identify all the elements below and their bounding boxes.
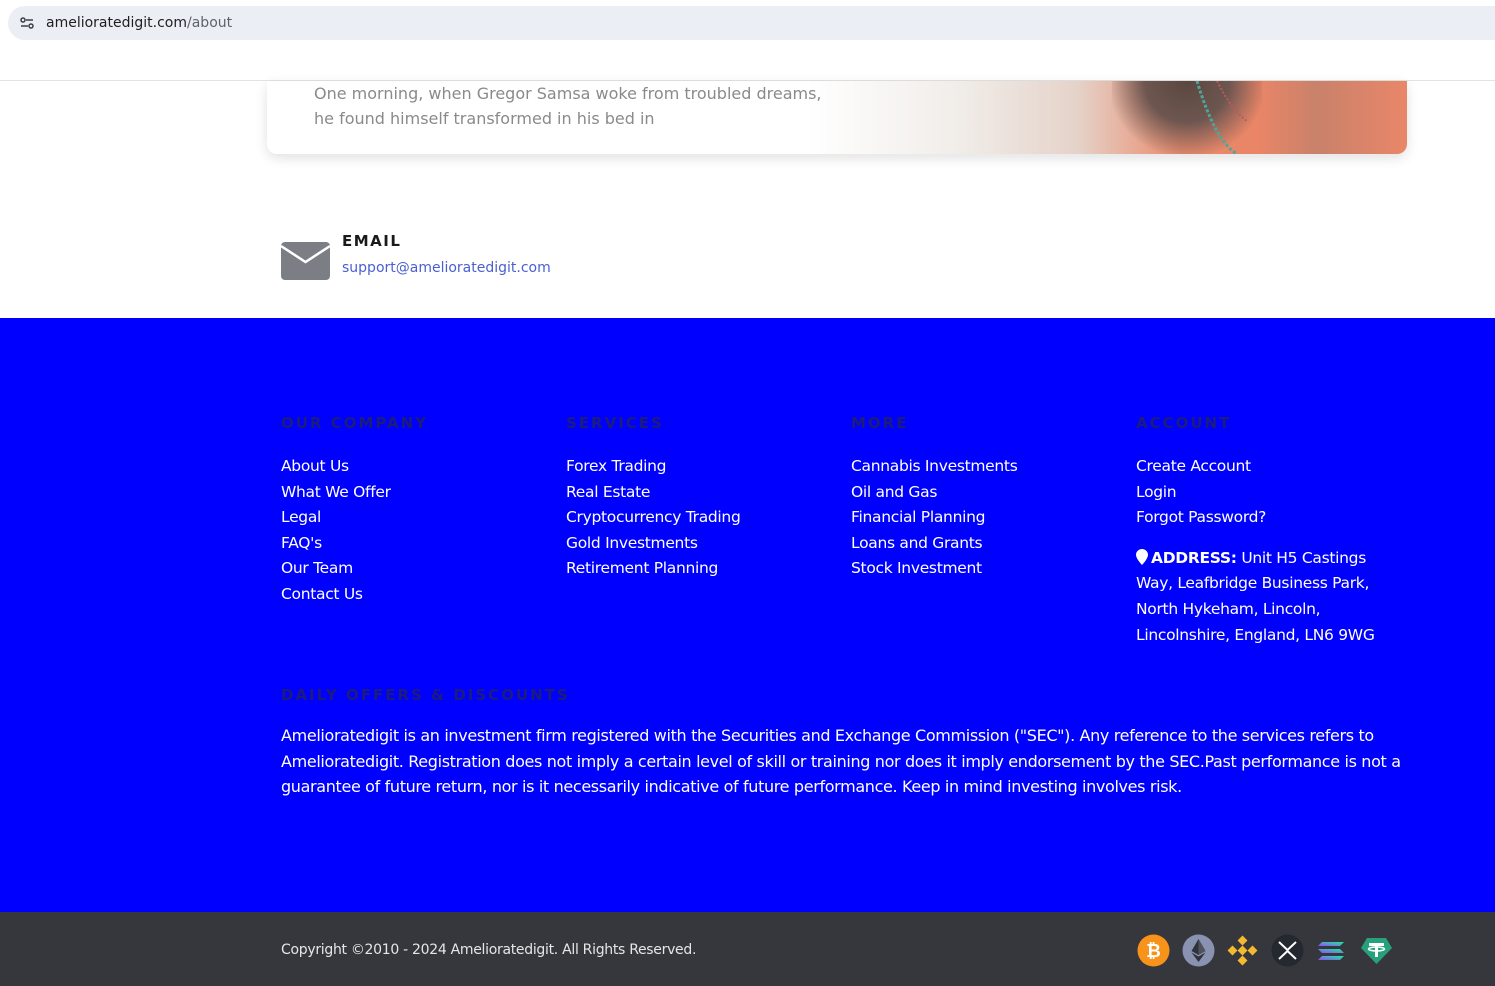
binance-icon — [1226, 934, 1259, 967]
footer-column-services: SERVICES Forex Trading Real Estate Crypt… — [566, 414, 741, 581]
address-bar[interactable]: amelioratedigit.com/about — [8, 6, 1495, 40]
crypto-icons: ₿ — [1137, 934, 1404, 967]
footer-column-more: MORE Cannabis Investments Oil and Gas Fi… — [851, 414, 1018, 581]
copyright-text: Copyright ©2010 - 2024 Amelioratedigit. … — [281, 942, 697, 958]
email-label: EMAIL — [342, 232, 402, 250]
hero-text: One morning, when Gregor Samsa woke from… — [314, 84, 822, 128]
footer-link-stock-investment[interactable]: Stock Investment — [851, 559, 982, 577]
url-path: /about — [187, 15, 233, 31]
daily-offers-heading: DAILY OFFERS & DISCOUNTS — [281, 686, 570, 704]
browser-toolbar: amelioratedigit.com/about — [0, 0, 1495, 81]
tether-icon — [1360, 934, 1393, 967]
hero-photo-necklace — [1195, 81, 1248, 154]
solana-icon — [1315, 934, 1348, 967]
footer-link-login[interactable]: Login — [1136, 483, 1177, 501]
footer-link-financial-planning[interactable]: Financial Planning — [851, 508, 985, 526]
column-heading: MORE — [851, 414, 909, 432]
footer-link-contact-us[interactable]: Contact Us — [281, 585, 363, 603]
footer-link-our-team[interactable]: Our Team — [281, 559, 353, 577]
footer-link-forgot-password[interactable]: Forgot Password? — [1136, 508, 1266, 526]
address: ADDRESS: Unit H5 Castings Way, Leafbridg… — [1136, 546, 1396, 648]
footer-link-faqs[interactable]: FAQ's — [281, 534, 322, 552]
footer-link-retirement-planning[interactable]: Retirement Planning — [566, 559, 718, 577]
ethereum-icon — [1182, 934, 1215, 967]
envelope-icon — [281, 242, 330, 280]
footer: OUR COMPANY About Us What We Offer Legal… — [0, 318, 1495, 912]
footer-link-cryptocurrency-trading[interactable]: Cryptocurrency Trading — [566, 508, 741, 526]
disclaimer-text: Amelioratedigit is an investment firm re… — [281, 726, 1401, 797]
footer-link-legal[interactable]: Legal — [281, 508, 321, 526]
footer-link-cannabis-investments[interactable]: Cannabis Investments — [851, 457, 1018, 475]
column-heading: OUR COMPANY — [281, 414, 429, 432]
site-settings-icon[interactable] — [18, 14, 36, 32]
footer-link-loans-and-grants[interactable]: Loans and Grants — [851, 534, 983, 552]
hero-photo — [807, 81, 1407, 154]
footer-link-about-us[interactable]: About Us — [281, 457, 349, 475]
xrp-icon — [1271, 934, 1304, 967]
footer-column-account: ACCOUNT Create Account Login Forgot Pass… — [1136, 414, 1396, 648]
address-label: ADDRESS: — [1151, 548, 1237, 567]
email-contact: EMAIL support@amelioratedigit.com — [281, 232, 551, 280]
footer-link-gold-investments[interactable]: Gold Investments — [566, 534, 698, 552]
bitcoin-icon: ₿ — [1137, 934, 1170, 967]
footer-link-what-we-offer[interactable]: What We Offer — [281, 483, 391, 501]
footer-link-oil-and-gas[interactable]: Oil and Gas — [851, 483, 937, 501]
column-heading: SERVICES — [566, 414, 664, 432]
svg-text:₿: ₿ — [1146, 941, 1161, 962]
copyright-bar: Copyright ©2010 - 2024 Amelioratedigit. … — [0, 912, 1495, 986]
url-domain: amelioratedigit.com — [46, 15, 188, 31]
email-link[interactable]: support@amelioratedigit.com — [342, 260, 551, 276]
footer-link-real-estate[interactable]: Real Estate — [566, 483, 650, 501]
map-pin-icon — [1136, 548, 1148, 565]
footer-link-forex-trading[interactable]: Forex Trading — [566, 457, 667, 475]
url-text[interactable]: amelioratedigit.com/about — [46, 15, 232, 31]
hero-card: One morning, when Gregor Samsa woke from… — [267, 81, 1407, 154]
footer-column-company: OUR COMPANY About Us What We Offer Legal… — [281, 414, 428, 607]
column-heading: ACCOUNT — [1136, 414, 1232, 432]
footer-link-create-account[interactable]: Create Account — [1136, 457, 1251, 475]
